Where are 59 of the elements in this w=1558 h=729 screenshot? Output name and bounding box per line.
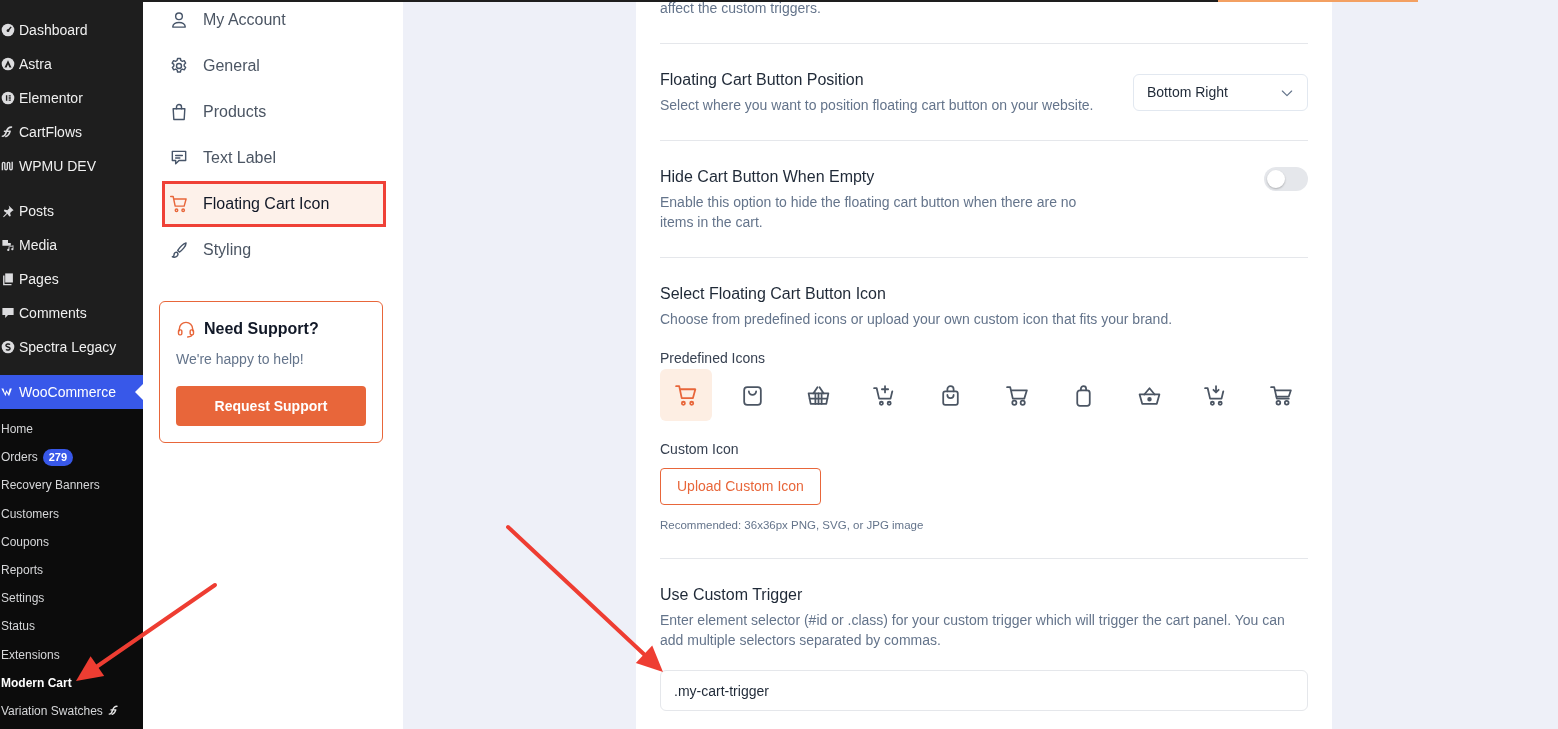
- submenu-item[interactable]: Coupons: [0, 527, 143, 556]
- submenu-item[interactable]: Extensions: [0, 640, 143, 669]
- section-description: Select where you want to position floating cart button on your website.: [660, 96, 1094, 115]
- submenu-item[interactable]: Variation Swatches: [0, 696, 143, 726]
- media-icon: [1, 237, 15, 253]
- nav-item[interactable]: General: [165, 46, 383, 86]
- section-title: Select Floating Cart Button Icon: [660, 284, 887, 304]
- section-description: Enter element selector (#id or .class) for your custom trigger which will trigger the cart panel. You can add multiple selectors separated by commas.: [660, 611, 1286, 650]
- submenu-item[interactable]: Modern Cart: [0, 668, 143, 697]
- submenu-item[interactable]: Orders 279: [0, 443, 143, 472]
- pin-icon: [1, 203, 15, 219]
- support-title: Need Support?: [204, 319, 319, 339]
- flourish-logo-icon: [1, 124, 15, 140]
- speech-bubble-icon: [1, 305, 15, 321]
- menu-item[interactable]: Elementor: [0, 81, 143, 115]
- menu-item[interactable]: CartFlows: [0, 115, 143, 149]
- menu-item[interactable]: Spectra Legacy: [0, 330, 143, 364]
- user-icon: [169, 10, 189, 30]
- submenu-item[interactable]: Settings: [0, 584, 143, 613]
- field-label: Custom Icon: [660, 440, 740, 459]
- section-description: Enable this option to hide the floating cart button when there are no items in the cart.: [660, 193, 1078, 232]
- hint-text: Recommended: 36x36px PNG, SVG, or JPG image: [660, 518, 925, 533]
- menu-item[interactable]: Astra: [0, 47, 143, 81]
- nav-item[interactable]: Products: [165, 92, 383, 132]
- toggle-switch[interactable]: [1264, 167, 1308, 191]
- section-title: Floating Cart Button Position: [660, 70, 865, 90]
- menu-item[interactable]: Media: [0, 228, 143, 262]
- submenu-item[interactable]: Reports: [0, 555, 143, 585]
- nav-item[interactable]: My Account: [165, 0, 383, 40]
- nav-item[interactable]: Styling: [165, 230, 383, 270]
- menu-item[interactable]: WooCommerce: [0, 375, 143, 409]
- submenu-item[interactable]: Status: [0, 612, 143, 641]
- section-title: Hide Cart Button When Empty: [660, 167, 876, 187]
- submenu-item[interactable]: Customers: [0, 499, 143, 528]
- trigger-input[interactable]: .my-cart-trigger: [660, 670, 1308, 711]
- field-label: Predefined Icons: [660, 349, 767, 368]
- menu-item[interactable]: WPMU DEV: [0, 149, 143, 183]
- count-badge: 279: [42, 448, 74, 466]
- submenu-item[interactable]: Home: [0, 415, 143, 444]
- brush-icon: [169, 240, 189, 260]
- description-text: affect the custom triggers.: [660, 0, 822, 18]
- nav-item[interactable]: Floating Cart Icon: [165, 184, 383, 224]
- menu-item[interactable]: Posts: [0, 194, 143, 228]
- menu-item[interactable]: Comments: [0, 296, 143, 330]
- support-text: We're happy to help!: [176, 350, 305, 369]
- nav-item[interactable]: Text Label: [165, 138, 383, 178]
- settings-icon: [169, 56, 189, 76]
- position-dropdown[interactable]: Bottom Right: [1133, 74, 1308, 111]
- submenu-item[interactable]: Recovery Banners: [0, 471, 143, 500]
- section-description: Choose from predefined icons or upload your own custom icon that fits your brand.: [660, 310, 1173, 329]
- headset-icon: [176, 319, 196, 339]
- menu-item[interactable]: Dashboard: [0, 13, 143, 47]
- menu-item[interactable]: Pages: [0, 262, 143, 296]
- message-icon: [169, 148, 189, 168]
- cart-icon: [673, 382, 699, 408]
- pages-icon: [1, 271, 15, 287]
- section-title: Use Custom Trigger: [660, 585, 804, 605]
- cart-icon: [169, 194, 189, 214]
- flourish-logo-icon: [107, 704, 120, 718]
